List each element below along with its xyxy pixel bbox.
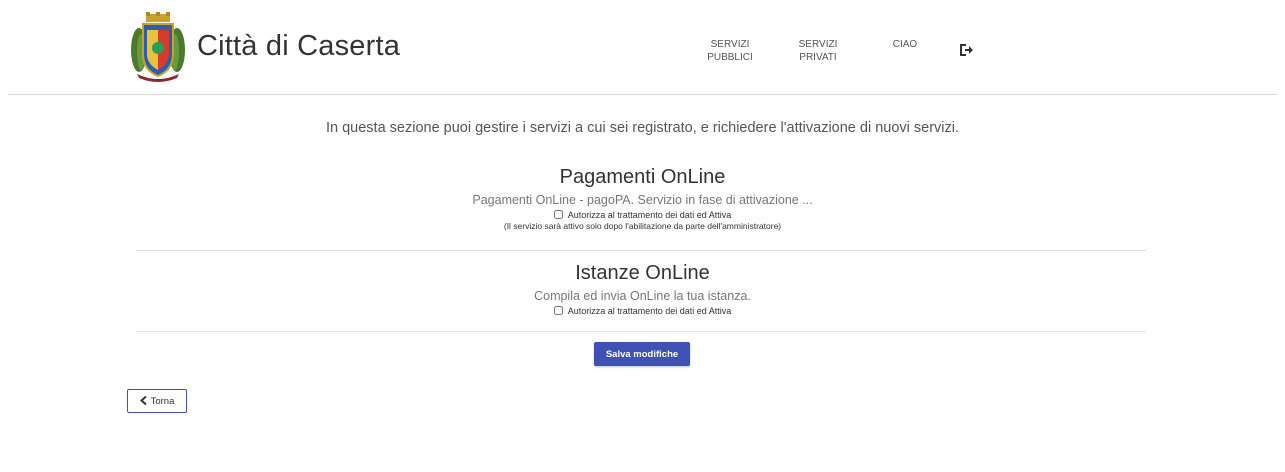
service-authorize-row: Autorizza al trattamento dei dati ed Att… (0, 305, 1285, 317)
nav-servizi-privati-line1: SERVIZI (798, 39, 838, 50)
section-divider (136, 250, 1146, 251)
header-divider (8, 94, 1278, 95)
nav-servizi-pubblici[interactable]: SERVIZI PUBBLICI (700, 38, 760, 64)
site-title[interactable]: Città di Caserta (197, 30, 400, 63)
service-authorize-row: Autorizza al trattamento dei dati ed Att… (0, 209, 1285, 221)
service-title: Pagamenti OnLine (559, 166, 726, 188)
nav-servizi-privati[interactable]: SERVIZI PRIVATI (790, 38, 846, 64)
authorize-checkbox-pagamenti[interactable] (553, 210, 563, 219)
nav-servizi-pubblici-line2: PUBBLICI (707, 52, 753, 63)
chevron-left-icon (139, 395, 147, 405)
service-pagamenti-online: Pagamenti OnLine Pagamenti OnLine - pago… (0, 164, 1285, 232)
nav-servizi-pubblici-line1: SERVIZI (710, 39, 750, 50)
service-description: Pagamenti OnLine - pagoPA. Servizio in f… (472, 193, 813, 207)
header: Città di Caserta SERVIZI PUBBLICI SERVIZ… (0, 0, 1285, 95)
back-button-label: Torna (150, 395, 175, 407)
sign-out-icon[interactable] (958, 42, 974, 58)
nav-servizi-privati-line2: PRIVATI (799, 52, 837, 63)
service-description: Compila ed invia OnLine la tua istanza. (534, 289, 751, 303)
save-changes-button[interactable]: Salva modifiche (594, 342, 690, 366)
authorize-checkbox-label[interactable]: Autorizza al trattamento dei dati ed Att… (568, 210, 732, 220)
back-button[interactable]: Torna (127, 389, 187, 413)
city-crest-logo[interactable] (129, 12, 187, 82)
intro-text: In questa sezione puoi gestire i servizi… (325, 120, 960, 136)
service-title: Istanze OnLine (575, 262, 710, 284)
nav-ciao[interactable]: CIAO (880, 38, 930, 51)
authorize-checkbox-istanze[interactable] (553, 306, 563, 315)
service-istanze-online: Istanze OnLine Compila ed invia OnLine l… (0, 260, 1285, 317)
service-note: (Il servizio sarà attivo solo dopo l'abi… (503, 221, 782, 231)
section-divider (136, 331, 1146, 332)
authorize-checkbox-label[interactable]: Autorizza al trattamento dei dati ed Att… (568, 306, 732, 316)
